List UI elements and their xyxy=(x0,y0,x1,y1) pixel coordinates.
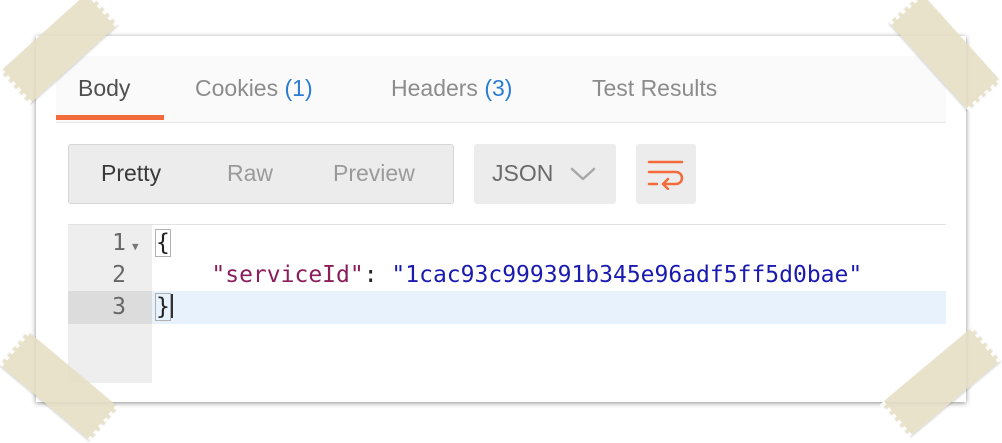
format-select-value: JSON xyxy=(492,160,554,186)
view-mode-preview[interactable]: Preview xyxy=(333,160,415,187)
line-number: 1 xyxy=(112,230,126,256)
tab-headers[interactable]: Headers (3) xyxy=(391,75,512,102)
code-line-active: 3 } xyxy=(68,291,946,324)
tab-cookies[interactable]: Cookies (1) xyxy=(195,75,313,102)
tab-headers-label: Headers xyxy=(391,75,478,101)
wrap-lines-button[interactable] xyxy=(636,144,696,204)
format-select[interactable]: JSON xyxy=(474,144,616,204)
code-line: 1 ▼ { xyxy=(68,227,946,260)
code-line-text: } xyxy=(155,293,173,321)
fold-toggle-icon[interactable]: ▼ xyxy=(132,240,139,253)
tab-cookies-count: (1) xyxy=(284,75,313,101)
json-separator: : xyxy=(363,262,392,288)
tab-body[interactable]: Body xyxy=(78,75,130,102)
response-panel: Body Cookies (1) Headers (3) Test Result… xyxy=(36,36,966,402)
chevron-down-icon xyxy=(570,167,596,181)
text-cursor xyxy=(170,294,173,318)
tab-cookies-label: Cookies xyxy=(195,75,279,101)
close-brace: } xyxy=(155,293,171,321)
active-tab-indicator xyxy=(56,115,164,120)
line-number: 3 xyxy=(112,294,126,320)
view-mode-pretty[interactable]: Pretty xyxy=(101,160,161,187)
code-line-text: "serviceId": "1cac93c999391b345e96adf5ff… xyxy=(156,262,862,288)
tab-test-results[interactable]: Test Results xyxy=(592,75,717,102)
view-mode-raw[interactable]: Raw xyxy=(227,160,273,187)
tab-headers-count: (3) xyxy=(484,75,513,101)
code-line: 2 "serviceId": "1cac93c999391b345e96adf5… xyxy=(68,259,946,292)
json-key: "serviceId" xyxy=(211,262,364,288)
tab-body-label: Body xyxy=(78,75,131,101)
response-tabs: Body Cookies (1) Headers (3) Test Result… xyxy=(56,56,946,123)
open-brace: { xyxy=(155,229,171,257)
view-mode-group: Pretty Raw Preview xyxy=(68,144,454,204)
tab-test-results-label: Test Results xyxy=(592,75,718,101)
response-body-editor[interactable]: 1 ▼ { 2 "serviceId": "1cac93c999391b345e… xyxy=(68,224,946,383)
code-line-text: { xyxy=(155,229,171,257)
line-number: 2 xyxy=(112,262,126,288)
wrap-lines-icon xyxy=(647,160,684,190)
json-string-value: "1cac93c999391b345e96adf5ff5d0bae" xyxy=(391,262,863,288)
